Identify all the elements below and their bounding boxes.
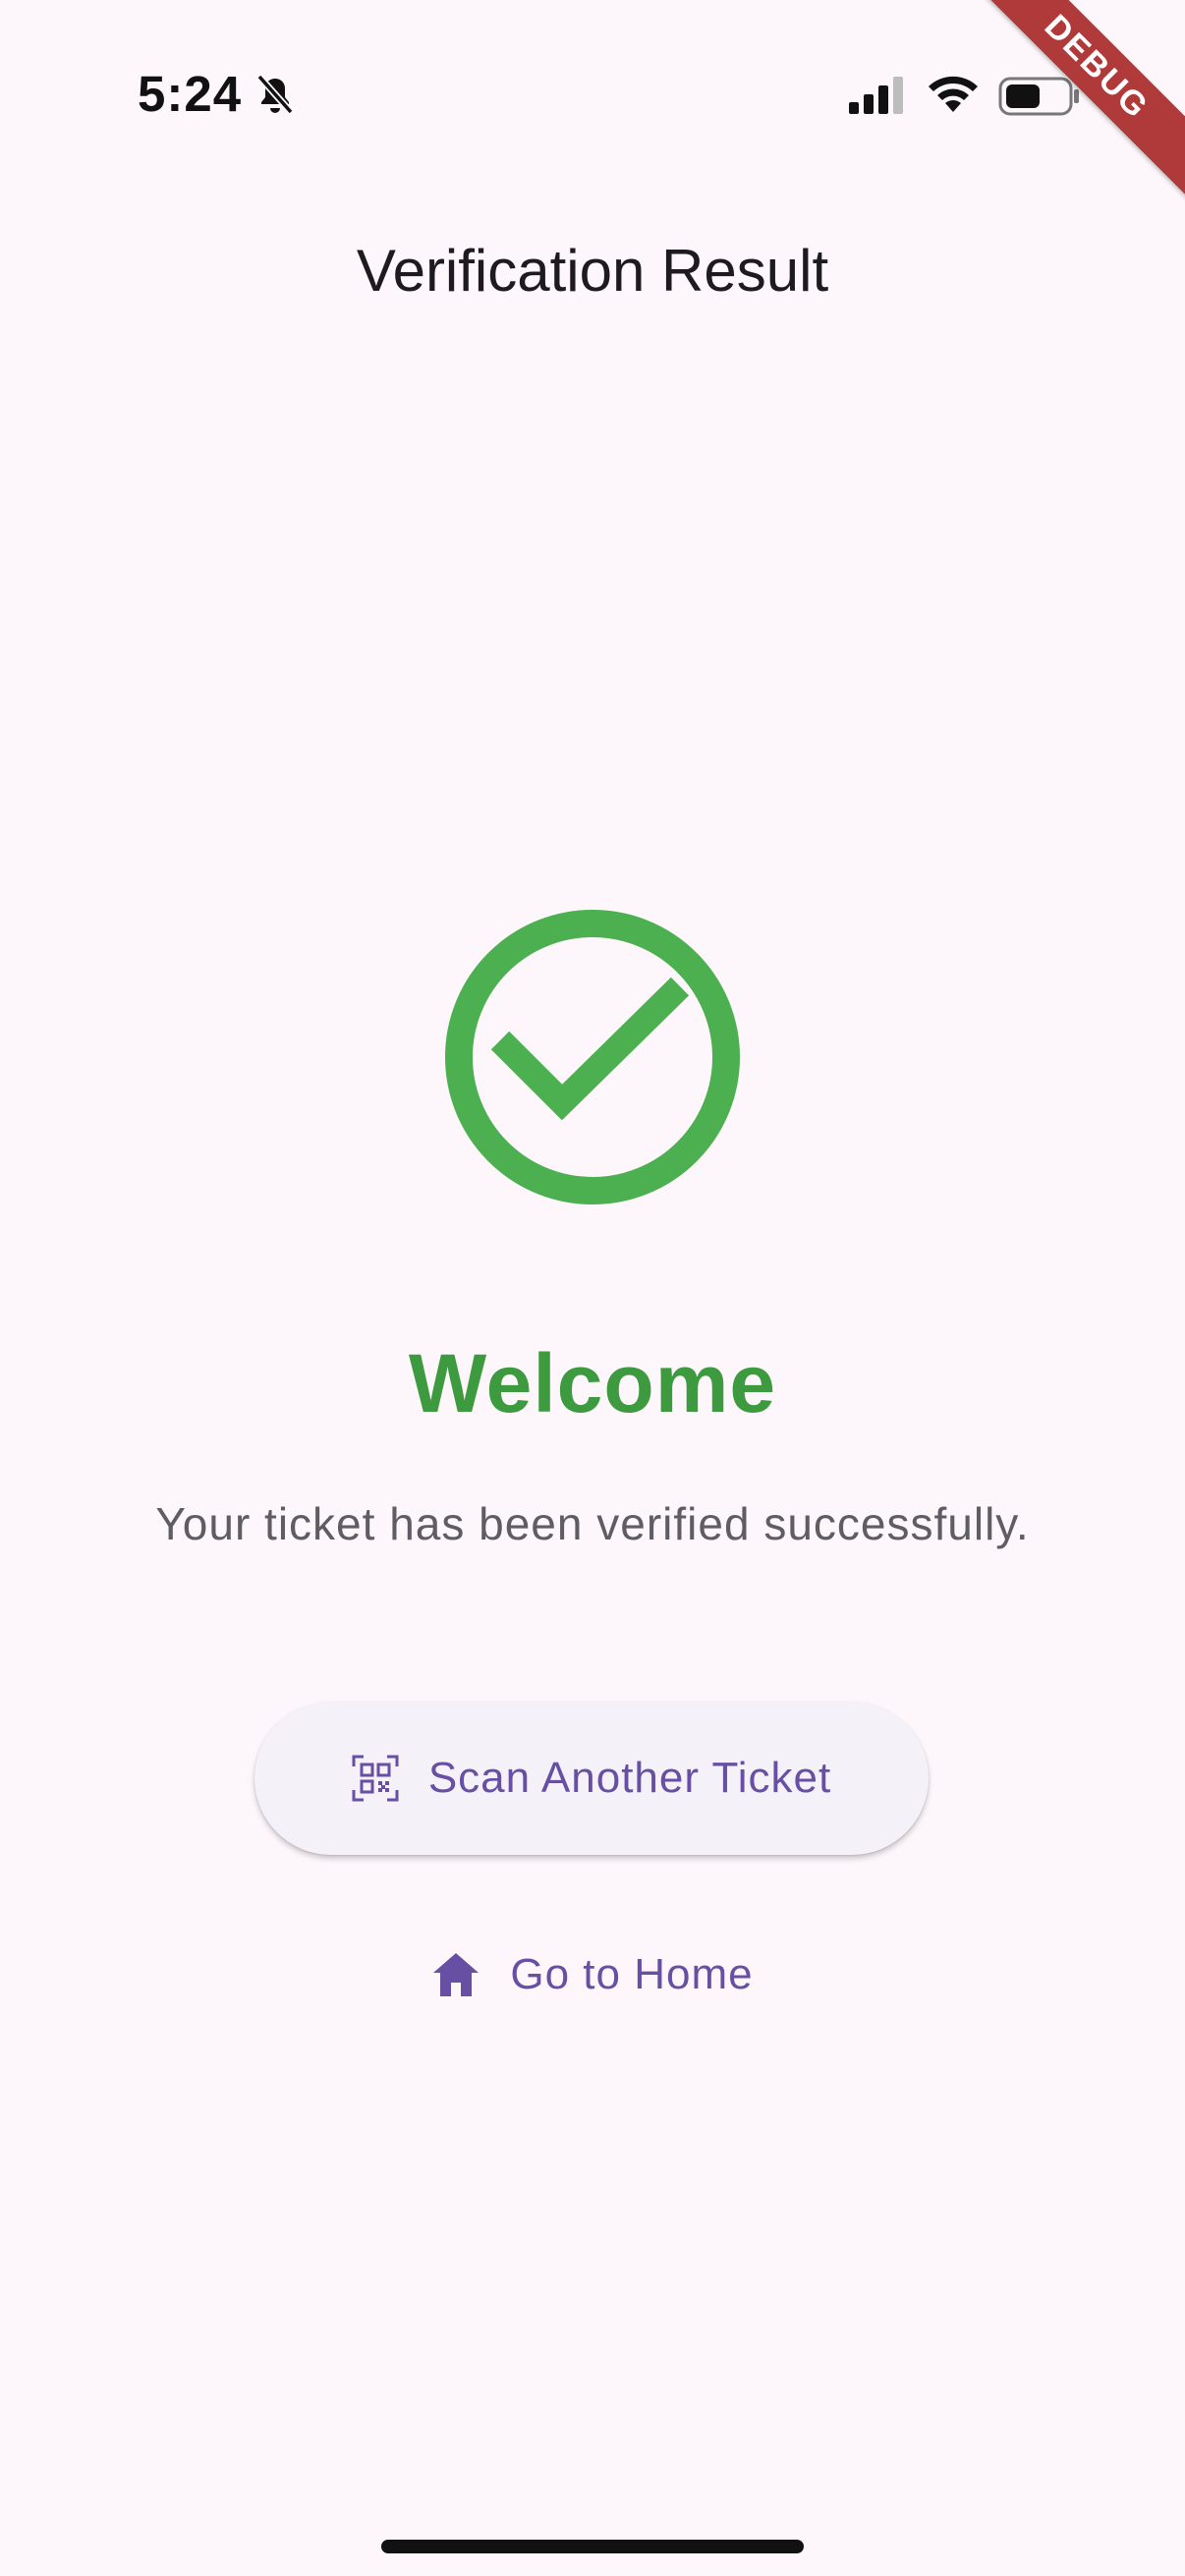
- bell-slash-icon: [256, 74, 294, 115]
- scan-button-label: Scan Another Ticket: [427, 1754, 832, 1802]
- qr-code-scanner-icon: [352, 1755, 399, 1802]
- check-circle-icon: [445, 910, 740, 1204]
- home-indicator[interactable]: [381, 2540, 804, 2553]
- home-button-label: Go to Home: [510, 1950, 754, 1998]
- cellular-signal-icon: [849, 77, 903, 114]
- status-time: 5:24: [138, 66, 243, 122]
- wifi-icon: [929, 76, 978, 112]
- page-title: Verification Result: [356, 237, 829, 304]
- status-bar: 5:24: [0, 0, 1185, 196]
- result-message: Your ticket has been verified successful…: [155, 1498, 1030, 1549]
- battery-icon: [998, 77, 1079, 116]
- result-heading: Welcome: [408, 1337, 777, 1429]
- go-to-home-button[interactable]: Go to Home: [413, 1926, 772, 2024]
- scan-another-ticket-button[interactable]: Scan Another Ticket: [254, 1702, 929, 1855]
- app-bar: Verification Result: [0, 216, 1185, 324]
- home-icon: [433, 1953, 480, 1996]
